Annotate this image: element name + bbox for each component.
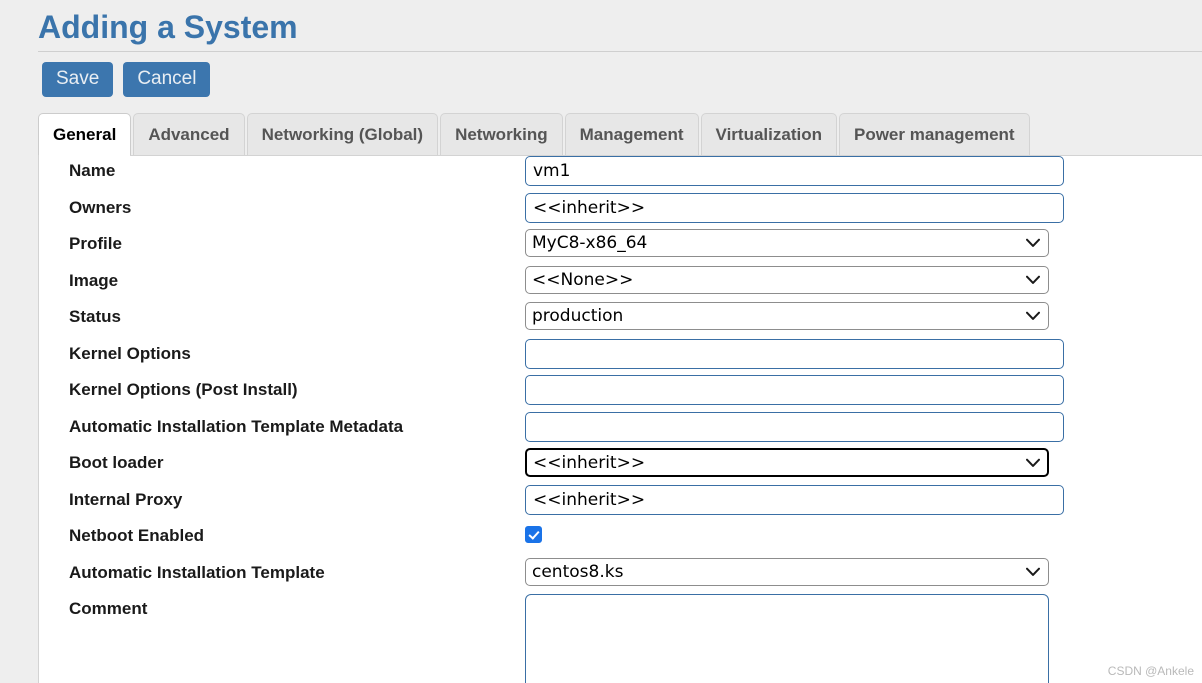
cancel-button[interactable]: Cancel (123, 62, 211, 97)
title-divider (38, 51, 1202, 52)
control-wrapper (525, 484, 1064, 515)
form-row: Comment (39, 594, 1202, 683)
label-image: Image (69, 270, 119, 290)
label-automatic-installation-template-metadata: Automatic Installation Template Metadata (69, 416, 404, 436)
tab-networking[interactable]: Networking (440, 113, 563, 155)
form-row: Boot loader <<inherit>> (39, 448, 1202, 485)
control-wrapper (525, 192, 1064, 223)
select-automatic-installation-template[interactable]: centos8.ks (525, 557, 1049, 586)
action-bar: Save Cancel (42, 62, 211, 97)
select-image[interactable]: <<None>> (525, 265, 1049, 294)
label-owners: Owners (69, 197, 132, 217)
input-internal-proxy[interactable] (525, 484, 1064, 515)
form-row: Kernel Options (39, 338, 1202, 376)
input-kernel-options[interactable] (525, 338, 1064, 369)
label-automatic-installation-template: Automatic Installation Template (69, 562, 325, 582)
form-row: Image <<None>> (39, 265, 1202, 303)
label-comment: Comment (69, 599, 148, 618)
form-row: Automatic Installation Template centos8.k… (39, 557, 1202, 595)
tab-panel-general: Name Owners Profile MyC8-x86_64 Image <<None>… (38, 155, 1202, 683)
form-row: Owners (39, 192, 1202, 230)
page-title: Adding a System (38, 9, 298, 45)
label-status: Status (69, 307, 121, 326)
control-wrapper: centos8.ks (525, 557, 1049, 586)
label-boot-loader: Boot loader (69, 453, 164, 472)
control-wrapper (525, 375, 1064, 405)
control-wrapper: <<None>> (525, 265, 1049, 294)
label-internal-proxy: Internal Proxy (69, 489, 183, 509)
checkbox-netboot-enabled[interactable] (525, 526, 542, 543)
form-row: Internal Proxy (39, 484, 1202, 522)
input-kernel-options-post-install[interactable] (525, 375, 1064, 405)
select-profile[interactable]: MyC8-x86_64 (525, 229, 1049, 257)
form-row: Kernel Options (Post Install) (39, 375, 1202, 412)
form-row: Automatic Installation Template Metadata (39, 411, 1202, 449)
label-netboot-enabled: Netboot Enabled (69, 526, 205, 545)
form-row: Profile MyC8-x86_64 (39, 229, 1202, 266)
form-row: Name (39, 156, 1202, 193)
tab-advanced[interactable]: Advanced (133, 113, 245, 155)
watermark: CSDN @Ankele (1107, 664, 1194, 678)
select-wrapper: production (525, 302, 1049, 330)
input-automatic-installation-template-metadata[interactable] (525, 411, 1064, 442)
tab-power-management[interactable]: Power management (838, 113, 1030, 155)
tab-management[interactable]: Management (564, 113, 699, 155)
select-wrapper: MyC8-x86_64 (525, 229, 1049, 257)
control-wrapper (525, 594, 1049, 683)
tab-bar: General Advanced Networking (Global) Networ… (38, 110, 1032, 156)
input-name[interactable] (525, 156, 1064, 186)
select-wrapper: <<None>> (525, 265, 1049, 294)
control-wrapper: production (525, 302, 1049, 330)
label-profile: Profile (69, 234, 122, 253)
control-wrapper (525, 338, 1064, 369)
select-boot-loader[interactable]: <<inherit>> (525, 448, 1049, 477)
control-wrapper: MyC8-x86_64 (525, 229, 1049, 257)
label-name: Name (69, 161, 116, 180)
form-row: Netboot Enabled (39, 521, 1202, 558)
select-wrapper: <<inherit>> (525, 448, 1049, 477)
save-button[interactable]: Save (42, 62, 114, 97)
form-row: Status production (39, 302, 1202, 339)
system-form: Name Owners Profile MyC8-x86_64 Image <<None>… (39, 156, 1202, 683)
select-status[interactable]: production (525, 302, 1049, 330)
textarea-comment[interactable] (525, 594, 1049, 683)
input-owners[interactable] (525, 192, 1064, 223)
tab-virtualization[interactable]: Virtualization (700, 113, 837, 155)
select-wrapper: centos8.ks (525, 557, 1049, 586)
label-kernel-options-post-install: Kernel Options (Post Install) (69, 380, 298, 399)
control-wrapper (525, 156, 1064, 186)
tab-general[interactable]: General (38, 113, 132, 156)
label-kernel-options: Kernel Options (69, 343, 191, 363)
control-wrapper (525, 521, 542, 543)
control-wrapper: <<inherit>> (525, 448, 1049, 477)
control-wrapper (525, 411, 1064, 442)
tab-networking-global[interactable]: Networking (Global) (246, 113, 439, 155)
